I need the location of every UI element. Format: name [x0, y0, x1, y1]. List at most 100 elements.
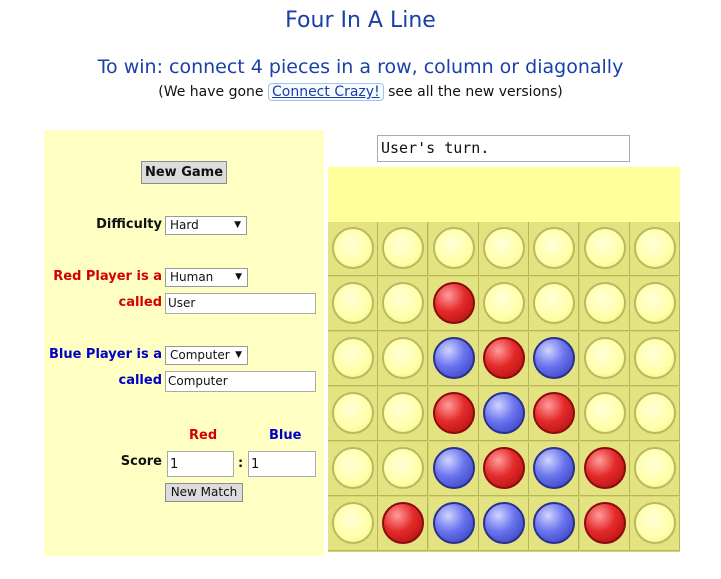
blue-player-label: Blue Player is a [48, 347, 162, 362]
board-cell[interactable] [378, 442, 429, 496]
board-cell[interactable] [529, 497, 580, 551]
red-disc [583, 502, 626, 544]
board-cell[interactable] [328, 222, 378, 276]
board-cell[interactable] [529, 387, 580, 441]
red-disc [432, 282, 475, 324]
board-cell[interactable] [378, 497, 429, 551]
board-cell[interactable] [428, 497, 479, 551]
board-cell[interactable] [378, 277, 429, 331]
board-cell[interactable] [328, 442, 378, 496]
empty-slot [583, 282, 626, 324]
empty-slot [482, 227, 525, 269]
board-cell[interactable] [378, 332, 429, 386]
board-cell[interactable] [579, 497, 630, 551]
red-player-select[interactable]: Human ▼ [165, 268, 248, 287]
board-cell[interactable] [478, 387, 529, 441]
score-blue-header: Blue [269, 428, 302, 443]
board-cell[interactable] [478, 332, 529, 386]
empty-slot [633, 392, 676, 434]
blue-disc [482, 392, 525, 434]
empty-slot [382, 337, 425, 379]
turn-status: User's turn. [377, 135, 630, 162]
difficulty-select[interactable]: Hard ▼ [165, 216, 247, 235]
empty-slot [382, 227, 425, 269]
page-title: Four In A Line [285, 8, 436, 33]
score-label: Score [120, 454, 162, 469]
empty-slot [633, 227, 676, 269]
board-cell[interactable] [629, 277, 680, 331]
difficulty-value: Hard [170, 218, 199, 232]
board-cell[interactable] [378, 222, 429, 276]
board-cell[interactable] [629, 332, 680, 386]
empty-slot [382, 447, 425, 489]
board-cell[interactable] [328, 387, 378, 441]
versions-note: (We have gone Connect Crazy! see all the… [0, 83, 721, 101]
red-disc [382, 502, 425, 544]
connect-crazy-link[interactable]: Connect Crazy! [267, 83, 384, 101]
difficulty-label: Difficulty [96, 217, 162, 232]
red-player-type: Human [170, 270, 214, 284]
board-cell[interactable] [428, 387, 479, 441]
board-cell[interactable] [428, 222, 479, 276]
empty-slot [332, 337, 374, 379]
empty-slot [633, 282, 676, 324]
empty-slot [332, 392, 374, 434]
empty-slot [633, 447, 676, 489]
board-cell[interactable] [478, 222, 529, 276]
board-cell[interactable] [529, 222, 580, 276]
blue-disc [533, 447, 576, 489]
game-board [328, 222, 680, 552]
drop-zone[interactable] [328, 167, 680, 223]
board-cell[interactable] [579, 277, 630, 331]
board-cell[interactable] [328, 497, 378, 551]
board-cell[interactable] [579, 222, 630, 276]
blue-disc [432, 502, 475, 544]
note-suffix: see all the new versions) [388, 84, 563, 100]
board-cell[interactable] [428, 277, 479, 331]
chevron-down-icon: ▼ [234, 220, 241, 230]
board-cell[interactable] [378, 387, 429, 441]
empty-slot [332, 282, 374, 324]
empty-slot [533, 227, 576, 269]
empty-slot [382, 282, 425, 324]
empty-slot [332, 502, 374, 544]
board-cell[interactable] [529, 442, 580, 496]
red-called-label: called [118, 295, 162, 310]
blue-called-label: called [118, 373, 162, 388]
board-cell[interactable] [629, 497, 680, 551]
blue-player-select[interactable]: Computer ▼ [165, 346, 248, 365]
empty-slot [332, 227, 374, 269]
rules-subtitle: To win: connect 4 pieces in a row, colum… [97, 56, 624, 78]
board-cell[interactable] [529, 277, 580, 331]
board-cell[interactable] [478, 277, 529, 331]
empty-slot [533, 282, 576, 324]
red-disc [482, 447, 525, 489]
blue-disc [482, 502, 525, 544]
board-cell[interactable] [629, 222, 680, 276]
board-cell[interactable] [629, 442, 680, 496]
blue-name-field[interactable]: Computer [165, 371, 316, 392]
red-player-label: Red Player is a [53, 269, 162, 284]
empty-slot [382, 392, 425, 434]
board-cell[interactable] [478, 442, 529, 496]
blue-score-field[interactable]: 1 [248, 451, 316, 477]
board-cell[interactable] [529, 332, 580, 386]
new-match-button[interactable]: New Match [165, 483, 243, 502]
new-game-button[interactable]: New Game [141, 161, 227, 184]
board-cell[interactable] [428, 442, 479, 496]
empty-slot [633, 337, 676, 379]
red-score-field[interactable]: 1 [167, 451, 234, 477]
board-cell[interactable] [579, 332, 630, 386]
settings-panel: New Game Difficulty Hard ▼ Red Player is… [44, 130, 324, 556]
board-cell[interactable] [579, 442, 630, 496]
board-cell[interactable] [328, 332, 378, 386]
board-cell[interactable] [629, 387, 680, 441]
board-cell[interactable] [579, 387, 630, 441]
board-cell[interactable] [328, 277, 378, 331]
red-name-field[interactable]: User [165, 293, 316, 314]
board-cell[interactable] [428, 332, 479, 386]
empty-slot [432, 227, 475, 269]
board-cell[interactable] [478, 497, 529, 551]
blue-disc [533, 502, 576, 544]
blue-disc [432, 447, 475, 489]
